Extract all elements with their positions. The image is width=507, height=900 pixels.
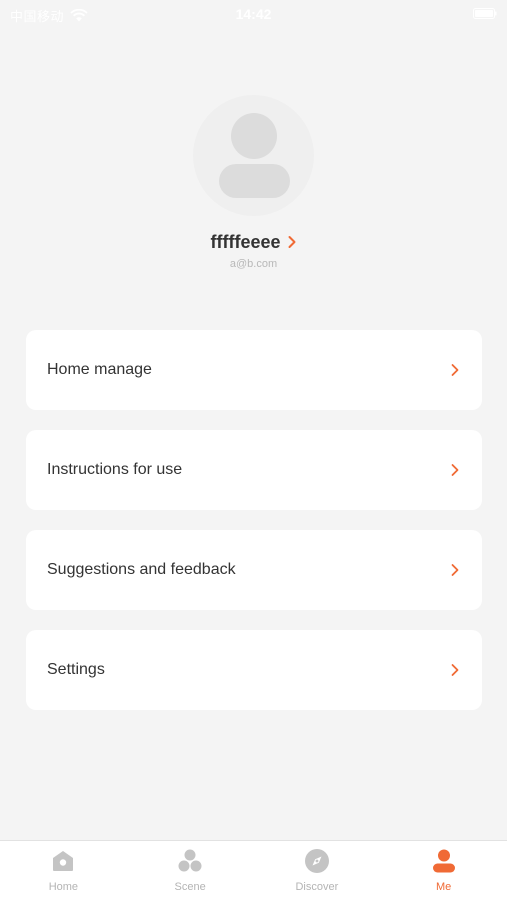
chevron-right-icon xyxy=(451,664,459,676)
tab-label: Home xyxy=(48,881,79,893)
scene-icon xyxy=(178,849,202,872)
tab-label: Discover xyxy=(295,881,339,893)
tab-home[interactable]: Home xyxy=(0,841,127,900)
tab-discover[interactable]: Discover xyxy=(254,841,381,900)
menu-item-label: Instructions for use xyxy=(47,461,183,478)
tab-me[interactable]: Me xyxy=(380,841,507,900)
status-bar: 中国移动 14:42 xyxy=(0,0,507,30)
chevron-right-icon xyxy=(451,364,459,376)
menu-item-settings[interactable]: Settings xyxy=(26,630,482,710)
compass-icon xyxy=(304,849,329,873)
chevron-right-icon xyxy=(451,464,459,476)
email-label: a@b.com xyxy=(229,258,278,270)
menu-item-home-manage[interactable]: Home manage xyxy=(26,330,482,410)
user-avatar[interactable] xyxy=(193,95,314,216)
username-row[interactable]: fffffeeee xyxy=(0,230,507,254)
menu-item-label: Suggestions and feedback xyxy=(47,561,236,578)
bottom-tab-bar: Home Scene Discover Me xyxy=(0,840,507,900)
tab-scene[interactable]: Scene xyxy=(127,841,254,900)
user-avatar-icon xyxy=(219,113,290,198)
menu-item-instructions-for-use[interactable]: Instructions for use xyxy=(26,430,482,510)
battery-icon xyxy=(473,8,497,19)
menu-item-label: Settings xyxy=(47,661,105,678)
menu-item-suggestions-and-feedback[interactable]: Suggestions and feedback xyxy=(26,530,482,610)
chevron-right-icon xyxy=(451,564,459,576)
me-screen: 中国移动 14:42 fffffeeee a@b.com Home manage… xyxy=(0,0,507,900)
home-icon xyxy=(53,851,74,871)
tab-label: Me xyxy=(435,881,452,893)
menu-item-label: Home manage xyxy=(47,361,152,378)
username-label: fffffeeee xyxy=(210,231,281,252)
tab-label: Scene xyxy=(174,881,206,893)
person-icon xyxy=(432,849,455,873)
status-time: 14:42 xyxy=(235,6,272,22)
chevron-right-icon xyxy=(288,236,295,248)
